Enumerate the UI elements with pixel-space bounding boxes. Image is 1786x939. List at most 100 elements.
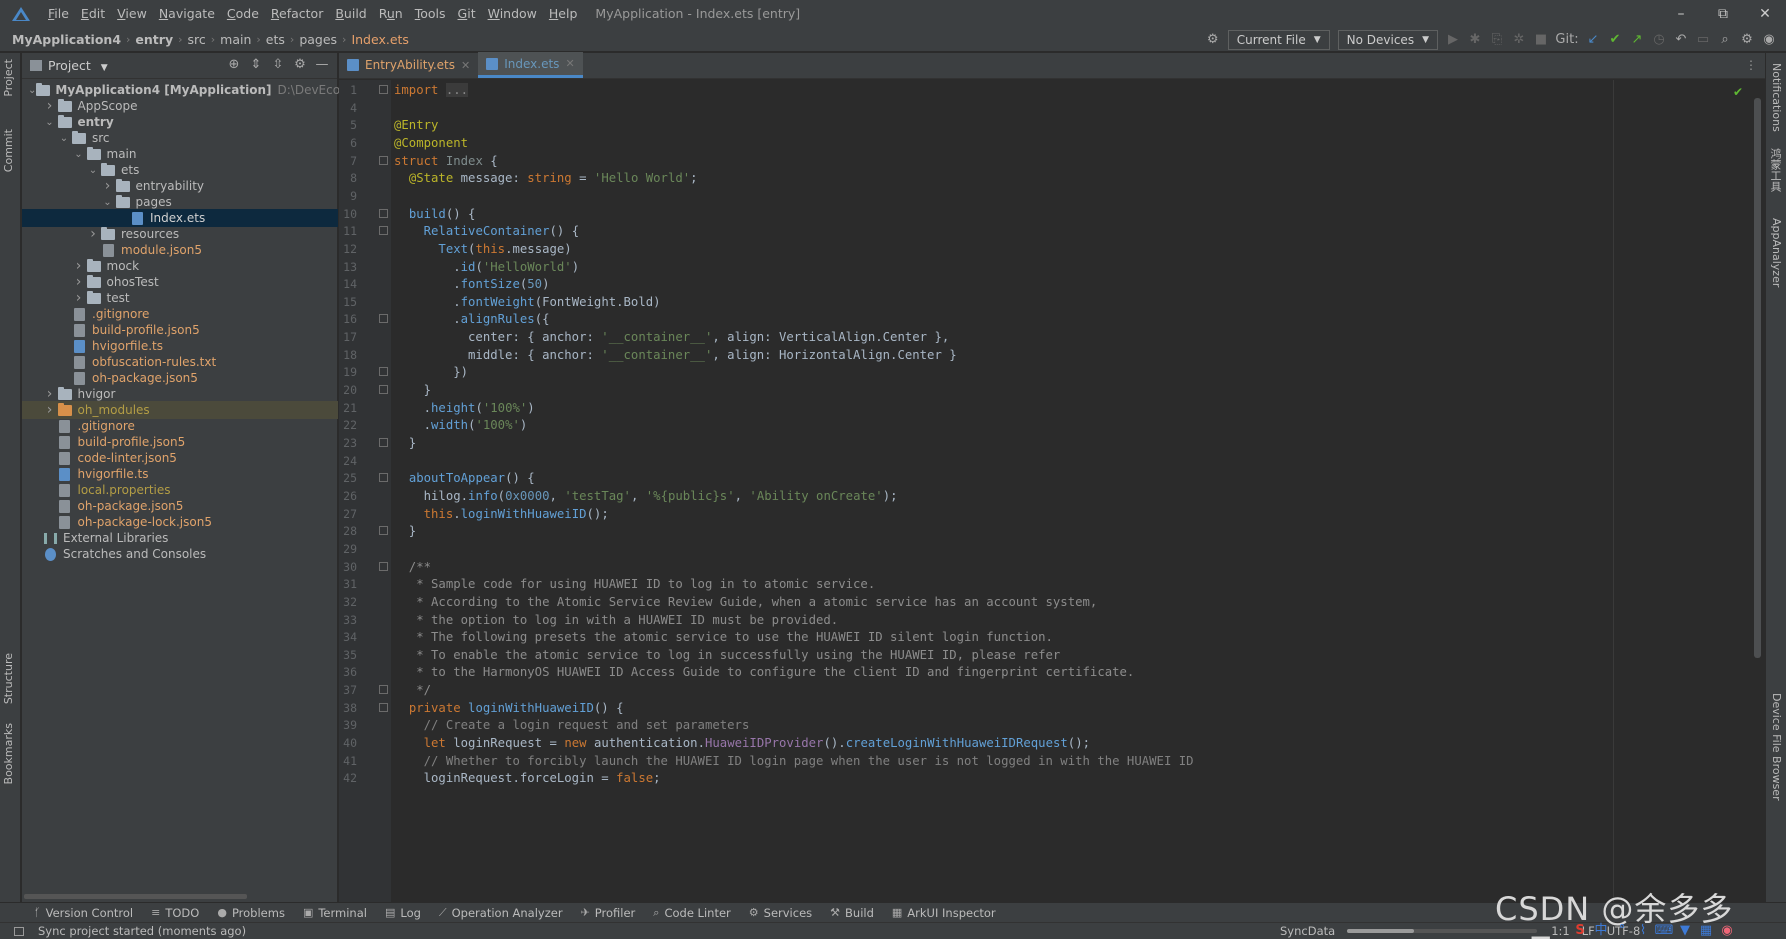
minimize-button[interactable]: –: [1660, 0, 1702, 27]
breadcrumb-item[interactable]: MyApplication4: [12, 32, 121, 47]
expand-all-icon[interactable]: ⇕: [245, 57, 267, 72]
menu-edit[interactable]: Edit: [75, 0, 111, 27]
close-button[interactable]: ✕: [1744, 0, 1786, 27]
menu-help[interactable]: Help: [543, 0, 584, 27]
tool-problems[interactable]: ● Problems: [217, 906, 285, 920]
menu-file[interactable]: File: [42, 0, 75, 27]
fold-marker-icon[interactable]: [379, 702, 388, 712]
tree-horizontal-scrollbar[interactable]: [24, 894, 247, 899]
menu-navigate[interactable]: Navigate: [153, 0, 221, 27]
tool-build[interactable]: ⚒ Build: [830, 906, 874, 920]
chevron-right-icon[interactable]: ›: [43, 402, 57, 418]
breadcrumb-item[interactable]: ets: [266, 32, 285, 47]
tool-log[interactable]: ▤ Log: [385, 906, 421, 920]
close-tab-icon[interactable]: ✕: [565, 57, 574, 70]
project-tool-tab[interactable]: Project: [2, 59, 15, 97]
fold-marker-icon[interactable]: [379, 208, 388, 218]
menu-git[interactable]: Git: [452, 0, 482, 27]
fold-marker-icon[interactable]: [379, 438, 388, 447]
ime-keyboard-icon[interactable]: ⌨: [1654, 923, 1674, 939]
fold-marker-icon[interactable]: [379, 385, 388, 395]
tool-arkui-inspector[interactable]: ▦ ArkUI Inspector: [892, 906, 996, 920]
run-config-select[interactable]: Current File ▼: [1227, 29, 1330, 50]
tool-version-control[interactable]: ᚶ Version Control: [34, 906, 133, 920]
fold-marker-icon[interactable]: [379, 367, 388, 377]
fold-marker-icon[interactable]: [379, 314, 388, 324]
chevron-right-icon[interactable]: ›: [43, 386, 57, 402]
breadcrumb-item[interactable]: pages: [299, 32, 337, 47]
breadcrumb-item[interactable]: entry: [135, 32, 173, 47]
git-commit-icon[interactable]: ✔: [1604, 29, 1626, 50]
status-panel-toggle-icon[interactable]: [14, 926, 24, 936]
breadcrumb-item[interactable]: src: [188, 32, 206, 47]
menu-run[interactable]: Run: [373, 0, 409, 27]
project-view-select[interactable]: Project ▼: [48, 58, 108, 73]
tool-services[interactable]: ⚙ Services: [749, 906, 812, 920]
chevron-down-icon[interactable]: ⌄: [28, 85, 36, 96]
chevron-right-icon[interactable]: ›: [72, 274, 86, 290]
chevron-right-icon[interactable]: ›: [43, 98, 57, 114]
tree-node[interactable]: Scratches and Consoles: [22, 545, 338, 563]
editor-vertical-scrollbar[interactable]: [1754, 98, 1761, 658]
device-select[interactable]: No Devices ▼: [1337, 29, 1438, 50]
build-hammer-icon[interactable]: ⚙: [1202, 29, 1224, 50]
commit-tool-tab[interactable]: Commit: [2, 129, 15, 172]
ime-mic-icon[interactable]: ⌇: [1633, 923, 1653, 939]
git-history-icon[interactable]: ◷: [1648, 29, 1670, 50]
ime-punct-icon[interactable]: °: [1612, 923, 1632, 939]
chevron-right-icon[interactable]: ›: [86, 226, 100, 242]
code-area[interactable]: import ... @Entry @Component struct Index {…: [394, 80, 1594, 902]
menu-view[interactable]: View: [111, 0, 153, 27]
attach-debugger-icon[interactable]: ⎘: [1486, 29, 1508, 50]
chevron-down-icon[interactable]: ⌄: [57, 133, 71, 144]
close-tab-icon[interactable]: ✕: [461, 59, 470, 72]
hvigor-tool-tab[interactable]: 鸿蒙工具: [1767, 148, 1783, 192]
fold-marker-icon[interactable]: [379, 526, 388, 536]
tool-todo[interactable]: ≡ TODO: [151, 906, 199, 920]
fold-marker-icon[interactable]: [379, 155, 388, 165]
tool-operation-analyzer[interactable]: ⟋ Operation Analyzer: [439, 906, 563, 920]
git-update-icon[interactable]: ↙: [1582, 29, 1604, 50]
menu-refactor[interactable]: Refactor: [265, 0, 329, 27]
fold-marker-icon[interactable]: [379, 473, 388, 483]
chevron-down-icon[interactable]: ⌄: [86, 165, 100, 176]
fold-marker-icon[interactable]: [379, 561, 388, 571]
chevron-right-icon[interactable]: ›: [101, 178, 115, 194]
tool-code-linter[interactable]: ⌕ Code Linter: [653, 906, 730, 920]
fold-marker-icon[interactable]: [379, 226, 388, 236]
bookmarks-tool-tab[interactable]: Bookmarks: [2, 723, 15, 784]
ime-tools-icon[interactable]: ▦: [1696, 923, 1716, 939]
breadcrumb-item[interactable]: Index.ets: [351, 32, 409, 47]
settings-icon[interactable]: ⚙: [1736, 29, 1758, 50]
chevron-down-icon[interactable]: ⌄: [72, 149, 86, 160]
notifications-tool-tab[interactable]: Notifications: [1770, 63, 1783, 132]
search-icon[interactable]: ⌕: [1714, 29, 1736, 50]
chevron-right-icon[interactable]: ›: [72, 258, 86, 274]
appanalyzer-tool-tab[interactable]: AppAnalyzer: [1770, 218, 1783, 287]
chevron-right-icon[interactable]: ›: [72, 290, 86, 306]
chevron-down-icon[interactable]: ⌄: [43, 117, 57, 128]
ime-user-icon[interactable]: ◉: [1717, 923, 1737, 939]
breadcrumb-item[interactable]: main: [220, 32, 251, 47]
ime-chinese-icon[interactable]: 中: [1591, 923, 1611, 939]
menu-build[interactable]: Build: [329, 0, 372, 27]
hide-panel-icon[interactable]: —: [311, 57, 333, 72]
tab-index-ets[interactable]: Index.ets ✕: [478, 52, 583, 78]
menu-window[interactable]: Window: [482, 0, 543, 27]
rollback-icon[interactable]: ↶: [1670, 29, 1692, 50]
fold-marker-icon[interactable]: [379, 85, 388, 94]
ime-skin-icon[interactable]: ▼: [1675, 923, 1695, 939]
device-file-browser-tool-tab[interactable]: Device File Browser: [1770, 693, 1783, 801]
more-tabs-icon[interactable]: ⋮: [1745, 58, 1757, 72]
collapse-all-icon[interactable]: ⇳: [267, 57, 289, 72]
menu-tools[interactable]: Tools: [409, 0, 452, 27]
restore-button[interactable]: ⧉: [1702, 0, 1744, 27]
git-push-icon[interactable]: ↗: [1626, 29, 1648, 50]
locate-icon[interactable]: ⊕: [223, 57, 245, 72]
stop-icon[interactable]: ■: [1530, 29, 1552, 50]
tool-profiler[interactable]: ✈ Profiler: [581, 906, 636, 920]
menu-code[interactable]: Code: [221, 0, 265, 27]
device-manager-icon[interactable]: ▭: [1692, 29, 1714, 50]
options-gear-icon[interactable]: ⚙: [289, 57, 311, 72]
inspection-ok-icon[interactable]: ✔: [1733, 85, 1743, 99]
